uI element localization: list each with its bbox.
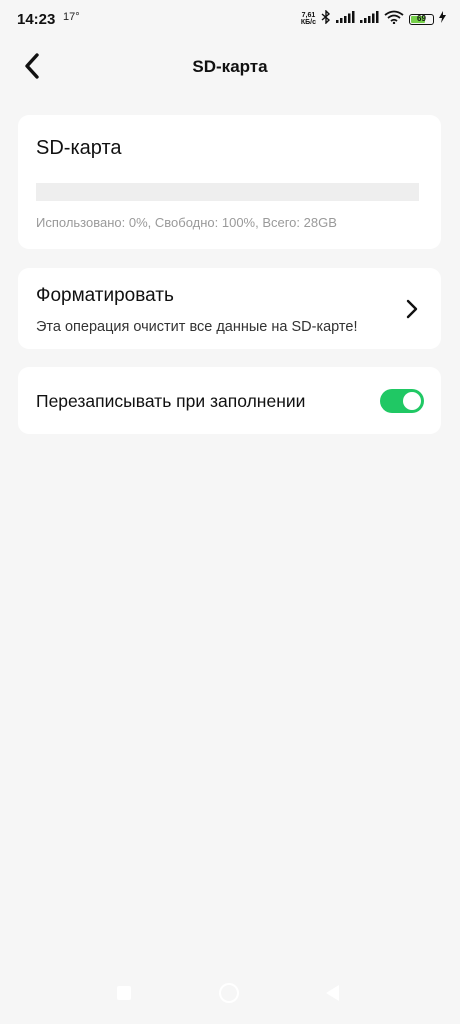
- status-icons: 7,61 КБ/с 69: [301, 8, 446, 29]
- signal-icon-2: [360, 10, 379, 28]
- status-temperature: 17°: [63, 11, 80, 23]
- app-header: SD-карта: [0, 40, 460, 94]
- format-description: Эта операция очистит все данные на SD-ка…: [36, 319, 358, 335]
- network-speed: 7,61 КБ/с: [301, 12, 316, 26]
- charging-icon: [439, 10, 446, 28]
- system-nav-bar: [0, 968, 460, 1024]
- page-title: SD-карта: [192, 57, 268, 76]
- network-speed-unit: КБ/с: [300, 19, 316, 26]
- overwrite-toggle[interactable]: [380, 389, 424, 413]
- storage-title: SD-карта: [36, 137, 122, 159]
- status-bar: 14:23 17° 7,61 КБ/с 69: [0, 0, 460, 38]
- network-speed-value: 7,61: [301, 12, 316, 19]
- format-title: Форматировать: [36, 285, 174, 306]
- storage-usage-bar: [36, 183, 419, 201]
- signal-icon: [336, 10, 355, 28]
- chevron-right-icon: [406, 299, 418, 319]
- bluetooth-icon: [321, 8, 331, 29]
- home-button[interactable]: [219, 983, 239, 1003]
- storage-usage-info: Использовано: 0%, Свободно: 100%, Всего:…: [36, 215, 337, 230]
- storage-card: SD-карта Использовано: 0%, Свободно: 100…: [18, 115, 441, 249]
- battery-icon: 69: [409, 13, 434, 25]
- recent-apps-button[interactable]: [117, 986, 131, 1000]
- overwrite-row: Перезаписывать при заполнении: [18, 367, 441, 434]
- overwrite-label: Перезаписывать при заполнении: [36, 391, 306, 411]
- toggle-knob: [403, 392, 421, 410]
- nav-back-button[interactable]: [324, 984, 340, 1002]
- wifi-icon: [384, 10, 404, 29]
- format-row[interactable]: Форматировать Эта операция очистит все д…: [18, 268, 441, 349]
- battery-level-text: 69: [417, 13, 426, 23]
- status-time: 14:23: [17, 11, 56, 28]
